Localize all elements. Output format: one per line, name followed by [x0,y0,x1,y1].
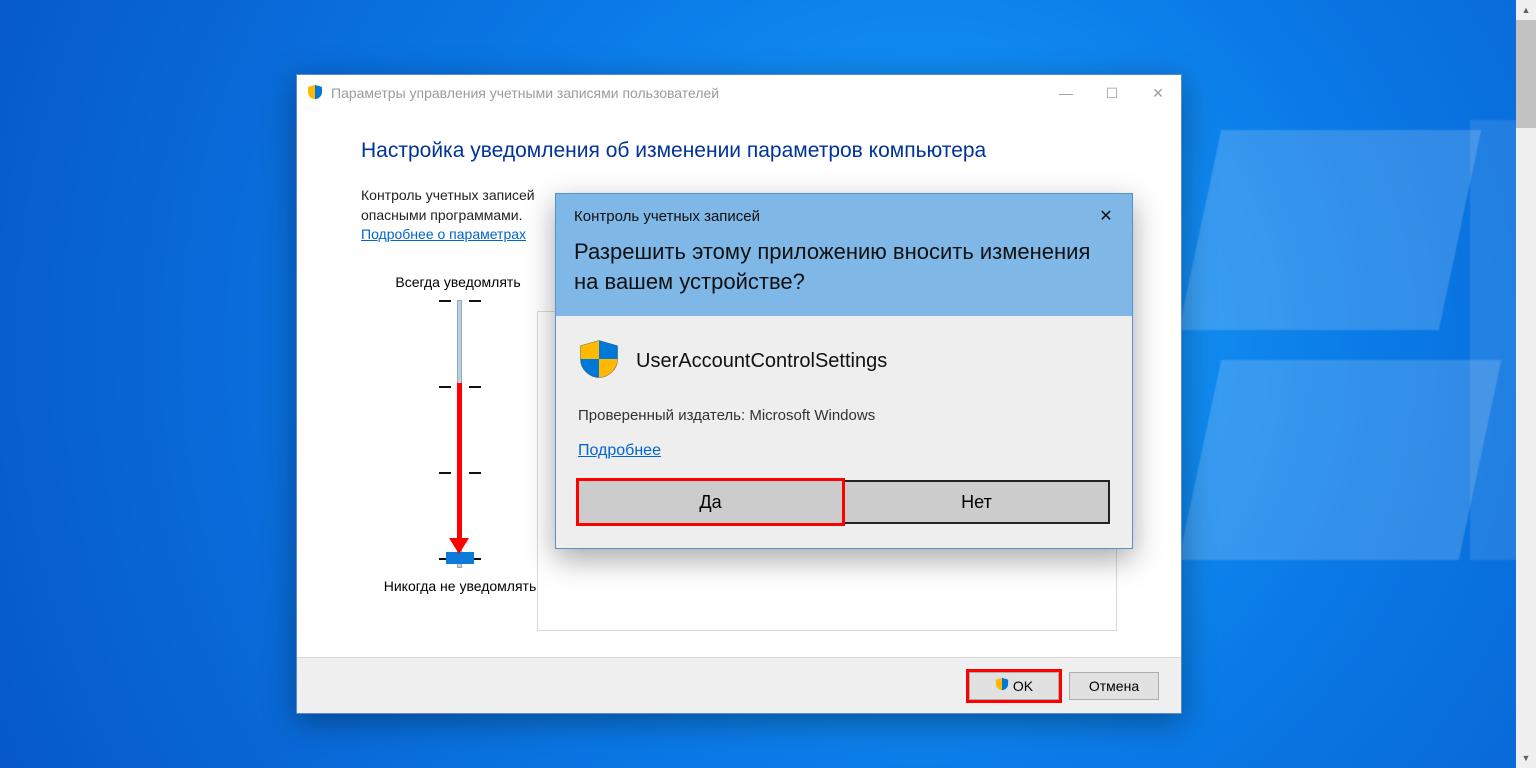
uac-publisher: Проверенный издатель: Microsoft Windows [578,407,1110,424]
uac-app-name: UserAccountControlSettings [636,350,887,373]
ok-button-label: OK [1013,678,1033,694]
uac-no-label: Нет [961,492,992,513]
window-footer: OK Отмена [297,657,1181,713]
uac-slider[interactable] [383,300,533,568]
uac-question: Разрешить этому приложению вносить измен… [574,237,1114,296]
uac-prompt-dialog: ✕ Контроль учетных записей Разрешить это… [555,193,1133,549]
uac-no-button[interactable]: Нет [843,480,1110,524]
shield-icon [995,677,1009,694]
shield-icon [578,338,620,385]
titlebar[interactable]: Параметры управления учетными записями п… [297,75,1181,111]
scroll-thumb[interactable] [1516,20,1536,128]
annotation-arrow [457,383,462,543]
slider-label-always: Всегда уведомлять [383,274,533,290]
cancel-button-label: Отмена [1089,678,1139,694]
maximize-button[interactable]: ☐ [1089,75,1135,111]
minimize-button[interactable]: — [1043,75,1089,111]
page-scrollbar[interactable]: ▲ ▼ [1516,0,1536,768]
details-link[interactable]: Подробнее о параметрах [361,226,526,242]
uac-close-button[interactable]: ✕ [1088,202,1124,230]
window-title: Параметры управления учетными записями п… [331,85,719,101]
uac-yes-button[interactable]: Да [578,480,843,524]
scroll-up-icon[interactable]: ▲ [1516,0,1536,20]
uac-small-title: Контроль учетных записей [574,208,1114,225]
page-title: Настройка уведомления об изменении парам… [361,139,1127,163]
annotation-arrow-head [449,538,469,554]
uac-header: ✕ Контроль учетных записей Разрешить это… [556,194,1132,316]
slider-label-never: Никогда не уведомлять [365,578,555,594]
ok-button[interactable]: OK [969,672,1059,700]
scroll-down-icon[interactable]: ▼ [1516,748,1536,768]
uac-details-link[interactable]: Подробнее [578,442,661,460]
close-button[interactable]: ✕ [1135,75,1181,111]
cancel-button[interactable]: Отмена [1069,672,1159,700]
uac-yes-label: Да [699,492,721,513]
shield-icon [307,84,323,103]
